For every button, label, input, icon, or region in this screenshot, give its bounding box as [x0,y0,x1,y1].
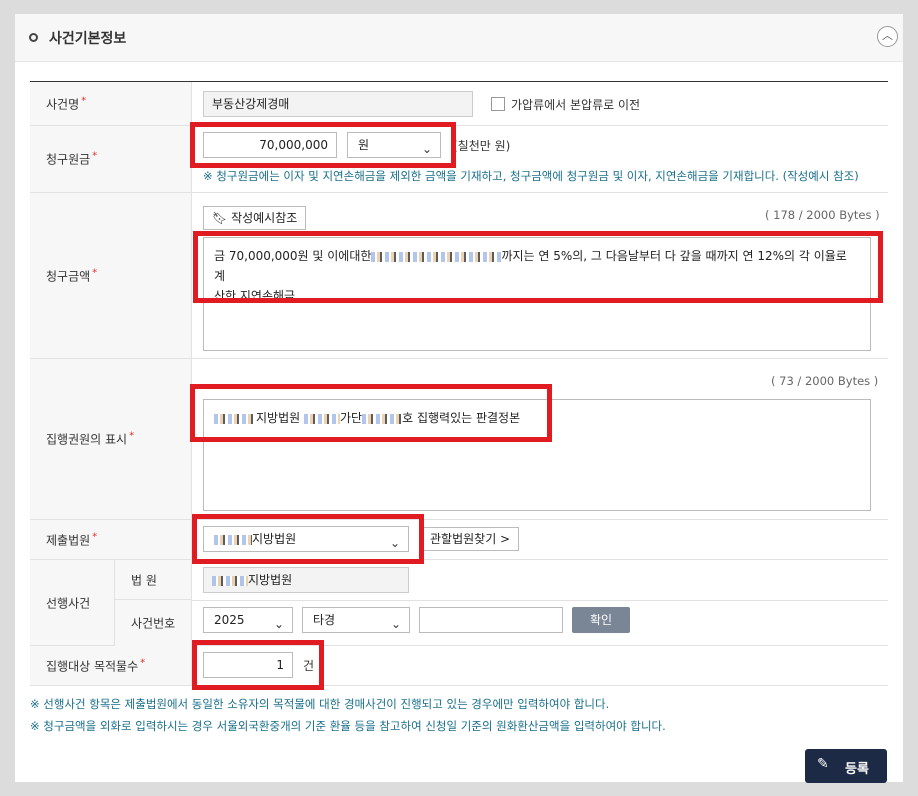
row-object-count: 집행대상 목적물수 * 1 건 [30,646,888,686]
court-select[interactable]: 지방법원 ⌄ [203,526,409,552]
prior-court-input[interactable]: 지방법원 [203,567,409,593]
prior-case-label: 선행사건 [46,596,91,610]
pencil-icon: ✎ [817,756,829,772]
submit-button[interactable]: ✎ 등록 [805,749,887,783]
row-court: 제출법원 * 지방법원 ⌄ 관할법원찾기 > [30,520,888,560]
chevron-down-icon: ⌄ [421,142,432,156]
section-title: 사건기본정보 [49,31,127,47]
case-name-label: 사건명 [46,97,80,111]
claim-amount-textarea[interactable]: 금 70,000,000원 및 이에대한 까지는 연 5%의, 그 다음날부터 다… [203,237,871,351]
chevron-up-icon[interactable]: ︿ [877,26,898,47]
amount-hangul: (칠천만 원) [453,139,511,153]
section-header: 사건기본정보 ︿ [15,14,903,62]
court-label: 제출법원 [46,533,91,547]
currency-select[interactable]: 원 ⌄ [347,132,441,158]
year-select[interactable]: 2025 ⌄ [203,607,293,633]
execution-title-textarea[interactable]: 지방법원 가단 호 집행력있는 판결정본 [203,399,871,511]
footnote-foreign-currency: ※ 청구금액을 외화로 입력하시는 경우 서울외국환중개의 기준 환율 등을 참… [30,719,666,733]
redacted-text [371,251,502,262]
find-court-button[interactable]: 관할법원찾기 > [421,527,520,551]
claim-amount-label: 청구금액 [46,269,91,283]
case-type-select[interactable]: 타경 ⌄ [302,607,410,633]
object-count-unit: 건 [303,659,315,673]
row-claim-principal: 청구원금 * 70,000,000 원 ⌄ (칠천만 원) ※ 청구원금에는 이자 … [30,126,888,193]
chevron-down-icon: ⌄ [273,617,284,631]
footnote-prior-case: ※ 선행사건 항목은 제출법원에서 동일한 소유자의 목적물에 대한 경매사건이… [30,697,610,711]
case-number-input[interactable] [419,607,563,633]
row-case-name: 사건명 * 부동산강제경매 가압류에서 본압류로 이전 [30,82,888,126]
object-count-label: 집행대상 목적물수 [46,659,139,673]
row-prior-case: 선행사건 법 원 사건번호 지방법원 2025 ⌄ 타경 ⌄ 확인 [30,560,888,646]
bookmark-icon: 🔖︎ [212,211,232,225]
execution-title-bytes: ( 73 / 2000 Bytes ) [771,374,879,388]
claim-principal-input[interactable]: 70,000,000 [203,132,337,158]
chevron-down-icon: ⌄ [389,536,400,550]
prior-case-no-label: 사건번호 [131,616,176,631]
claim-principal-label: 청구원금 [46,152,91,167]
row-claim-amount: 청구금액 * 🔖︎ 작성예시참조 ( 178 / 2000 Bytes ) 금 7… [30,193,888,359]
transfer-checkbox[interactable] [491,97,505,111]
case-name-input[interactable]: 부동산강제경매 [203,91,473,117]
chevron-down-icon: ⌄ [390,617,401,631]
object-count-input[interactable]: 1 [203,652,293,678]
principal-note: ※ 청구원금에는 이자 및 지연손해금을 제외한 금액을 기재하고, 청구금액에… [203,169,859,183]
claim-amount-bytes: ( 178 / 2000 Bytes ) [765,208,880,222]
confirm-button[interactable]: 확인 [572,607,630,633]
transfer-checkbox-label: 가압류에서 본압류로 이전 [511,98,641,112]
prior-court-label: 법 원 [131,573,157,587]
example-button[interactable]: 🔖︎ 작성예시참조 [203,206,307,230]
bullet-icon [29,33,38,42]
row-title-of-execution: 집행권원의 표시 * ( 73 / 2000 Bytes ) 지방법원 가단 호 집… [30,359,888,520]
execution-title-label: 집행권원의 표시 [46,432,128,447]
